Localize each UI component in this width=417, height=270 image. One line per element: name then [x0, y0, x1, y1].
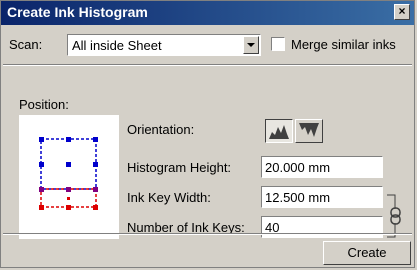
chevron-down-icon	[247, 43, 255, 47]
scan-dropdown[interactable]: All inside Sheet	[67, 34, 261, 56]
position-handles-blue	[39, 137, 98, 167]
scan-label: Scan:	[9, 37, 43, 52]
position-preview[interactable]	[19, 115, 119, 239]
merge-similar-inks-checkbox[interactable]	[271, 37, 285, 51]
histogram-height-input[interactable]	[262, 158, 375, 176]
orientation-up-button[interactable]	[265, 119, 293, 143]
title-bar: Create Ink Histogram ×	[1, 1, 414, 25]
histogram-height-field[interactable]	[261, 156, 383, 178]
position-diagram	[39, 137, 98, 210]
create-ink-histogram-dialog: Create Ink Histogram × Scan: All inside …	[0, 0, 415, 268]
ink-key-width-input[interactable]	[262, 188, 375, 206]
window-title: Create Ink Histogram	[7, 4, 148, 20]
close-button[interactable]: ×	[394, 4, 410, 20]
orientation-down-button[interactable]	[295, 119, 323, 143]
merge-similar-inks-label: Merge similar inks	[291, 37, 396, 52]
dropdown-arrow-button[interactable]	[243, 36, 259, 54]
position-label: Position:	[19, 97, 69, 112]
separator-top	[3, 64, 412, 66]
scan-selected-value: All inside Sheet	[72, 38, 162, 53]
separator-bottom	[3, 233, 412, 235]
histogram-up-icon	[269, 125, 289, 139]
ink-key-width-field[interactable]	[261, 186, 383, 208]
create-button[interactable]: Create	[323, 241, 411, 265]
histogram-down-icon	[299, 123, 319, 137]
position-handles-red	[39, 197, 98, 210]
orientation-label: Orientation:	[127, 122, 195, 137]
ink-key-width-label: Ink Key Width:	[127, 190, 211, 205]
histogram-height-label: Histogram Height:	[127, 160, 232, 175]
